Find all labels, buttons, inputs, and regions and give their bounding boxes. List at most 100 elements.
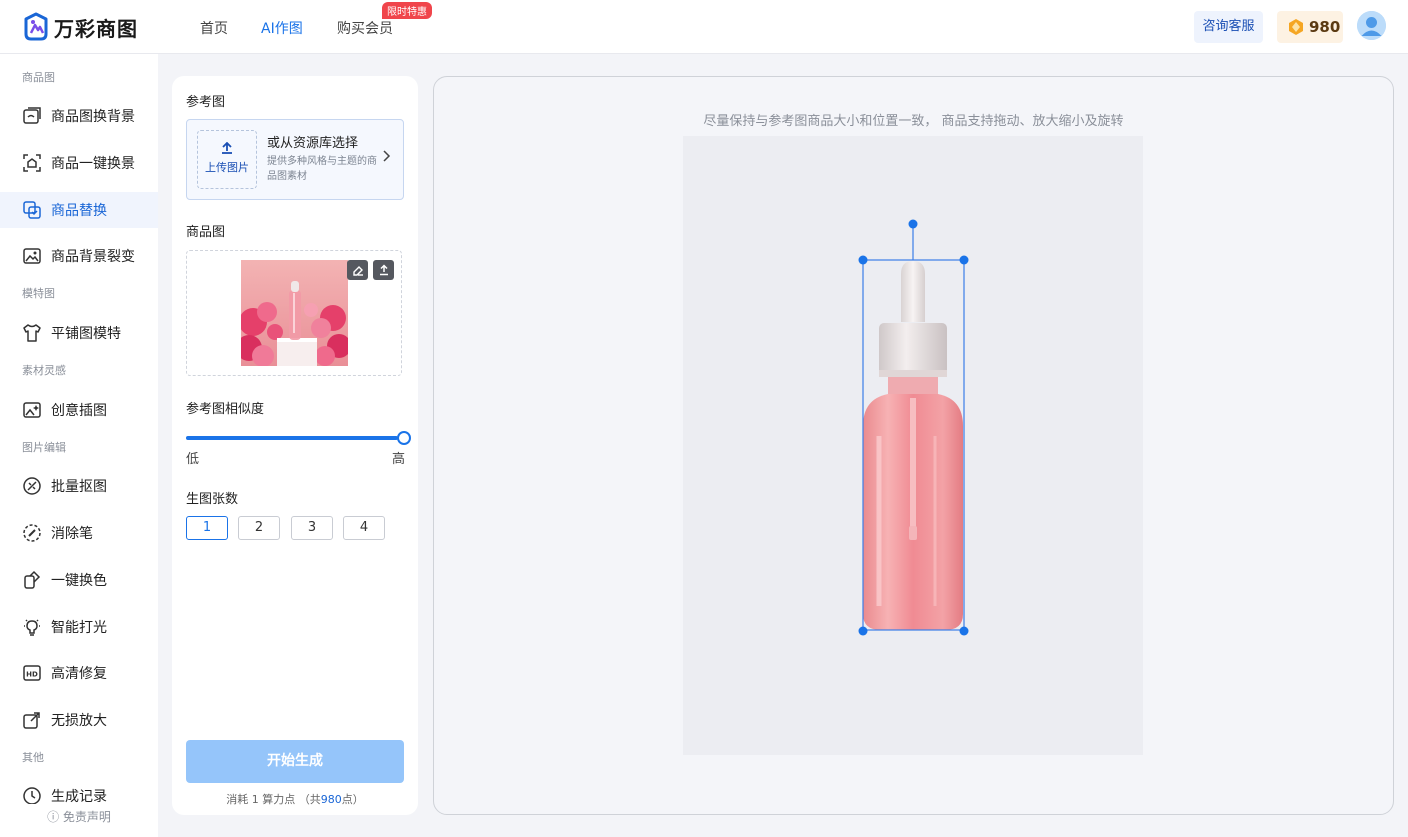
user-avatar[interactable] <box>1357 11 1386 40</box>
canvas-hint: 尽量保持与参考图商品大小和位置一致， 商品支持拖动、放大缩小及旋转 <box>703 114 1124 129</box>
cost-total: 980 <box>320 793 342 806</box>
logo-icon <box>24 12 48 41</box>
slider-handle[interactable] <box>397 431 411 445</box>
product-photo <box>241 260 348 366</box>
start-generate-button[interactable]: 开始生成 <box>186 740 404 783</box>
product-thumbnail[interactable] <box>241 260 348 366</box>
count-option-4[interactable]: 4 <box>343 516 385 540</box>
sidebar-item-eraser[interactable]: 消除笔 <box>0 515 158 551</box>
cost-prefix: 消耗 <box>226 793 249 806</box>
edit-product-button[interactable] <box>347 260 368 280</box>
cutout-icon <box>23 477 41 495</box>
settings-panel: 参考图 上传图片 或从资源库选择 提供多种风格与主题的商品图素材 商品图 参考图… <box>172 76 418 815</box>
sidebar-item-color-swap[interactable]: 一键换色 <box>0 562 158 598</box>
chevron-right-icon <box>383 150 391 162</box>
count-option-3[interactable]: 3 <box>291 516 333 540</box>
product-image-box <box>186 250 402 376</box>
resize-handle-bl <box>858 626 868 636</box>
resize-handle-tr <box>959 255 969 265</box>
count-option-1[interactable]: 1 <box>186 516 228 540</box>
sidebar-item-label: 创意插图 <box>51 403 107 419</box>
sidebar-item-bg-variation[interactable]: 商品背景裂变 <box>0 238 158 274</box>
sidebar-item-label: 无损放大 <box>51 713 107 729</box>
reupload-product-button[interactable] <box>373 260 394 280</box>
cost-info: 消耗 1 算力点 （共980点） <box>172 791 418 807</box>
sidebar-item-hd-repair[interactable]: HD 高清修复 <box>0 655 158 691</box>
creative-image-icon <box>23 402 41 418</box>
disclaimer-label: 免责声明 <box>62 810 111 824</box>
canvas-area: 尽量保持与参考图商品大小和位置一致， 商品支持拖动、放大缩小及旋转 <box>433 76 1394 815</box>
sidebar-item-label: 商品图换背景 <box>51 109 135 125</box>
sidebar: 商品图 商品图换背景 商品一键换景 商品替换 商品背景裂变 模特图 平铺图模特 … <box>0 54 158 837</box>
similarity-label: 参考图相似度 <box>186 402 265 417</box>
sidebar-section-other: 其他 <box>22 751 44 764</box>
sidebar-item-flat-model[interactable]: 平铺图模特 <box>0 315 158 351</box>
info-icon: ⓘ <box>47 810 60 824</box>
sidebar-item-creative-illustration[interactable]: 创意插图 <box>0 392 158 428</box>
image-count-label: 生图张数 <box>186 492 239 507</box>
brand-logo[interactable]: 万彩商图 <box>22 12 138 42</box>
sidebar-item-product-bg-change[interactable]: 商品图换背景 <box>0 98 158 134</box>
upscale-icon <box>23 712 40 729</box>
similarity-high-label: 高 <box>392 452 406 467</box>
upload-image-label: 上传图片 <box>205 161 249 174</box>
sidebar-item-label: 智能打光 <box>51 620 107 636</box>
library-description: 提供多种风格与主题的商品图素材 <box>267 156 377 182</box>
sidebar-item-label: 消除笔 <box>51 526 93 542</box>
cost-total-prefix: （共 <box>298 793 321 806</box>
sidebar-item-lossless-upscale[interactable]: 无损放大 <box>0 702 158 738</box>
sidebar-section-product: 商品图 <box>22 71 55 84</box>
cost-unit: 算力点 <box>262 793 296 806</box>
sidebar-item-product-replace[interactable]: 商品替换 <box>0 192 158 228</box>
rotate-handle <box>908 219 918 229</box>
svg-text:HD: HD <box>26 671 38 679</box>
sidebar-section-model: 模特图 <box>22 287 55 300</box>
nav-ai-draw[interactable]: AI作图 <box>261 18 303 38</box>
disclaimer-link[interactable]: ⓘ 免责声明 <box>0 804 158 837</box>
cost-total-suffix: 点） <box>341 793 364 806</box>
product-image-label: 商品图 <box>186 225 226 240</box>
sidebar-item-label: 一键换色 <box>51 573 107 589</box>
resize-handle-br <box>959 626 969 636</box>
consult-service-button[interactable]: 咨询客服 <box>1194 11 1263 43</box>
count-option-2[interactable]: 2 <box>238 516 280 540</box>
sidebar-item-batch-cutout[interactable]: 批量抠图 <box>0 468 158 504</box>
nav-buy-membership[interactable]: 购买会员 <box>337 18 393 38</box>
eraser-icon <box>352 266 363 276</box>
brand-name: 万彩商图 <box>54 16 138 41</box>
similarity-low-label: 低 <box>186 452 200 467</box>
similarity-slider[interactable] <box>186 431 411 447</box>
avatar-icon <box>1357 11 1386 40</box>
sidebar-item-label: 生成记录 <box>51 789 107 805</box>
product-bottle-image[interactable] <box>683 136 1143 755</box>
color-swap-icon <box>24 570 41 589</box>
slider-track <box>186 436 398 440</box>
product-replace-icon <box>23 201 41 219</box>
library-title: 或从资源库选择 <box>267 136 359 151</box>
sidebar-item-label: 批量抠图 <box>51 479 107 495</box>
credit-value: 980 <box>1309 18 1341 36</box>
hd-icon: HD <box>23 665 41 681</box>
eraser-pen-icon <box>23 524 41 542</box>
reference-upload-box: 上传图片 或从资源库选择 提供多种风格与主题的商品图素材 <box>186 119 404 200</box>
sidebar-item-scene-switch[interactable]: 商品一键换景 <box>0 145 158 181</box>
nav-home[interactable]: 首页 <box>200 18 228 38</box>
background-variation-icon <box>23 248 41 264</box>
sidebar-section-inspiration: 素材灵感 <box>22 364 66 377</box>
sidebar-item-label: 商品背景裂变 <box>51 249 135 265</box>
sidebar-item-label: 高清修复 <box>51 666 107 682</box>
upload-icon <box>222 141 232 154</box>
upload-image-button[interactable]: 上传图片 <box>197 130 257 189</box>
shirt-model-icon <box>23 324 41 342</box>
lightbulb-icon <box>24 619 40 636</box>
credit-balance[interactable]: 980 <box>1277 11 1343 43</box>
sidebar-item-smart-lighting[interactable]: 智能打光 <box>0 609 158 645</box>
cost-amount: 1 <box>251 793 259 806</box>
canvas-stage[interactable] <box>683 136 1143 755</box>
resize-handle-tl <box>858 255 868 265</box>
reference-image-label: 参考图 <box>186 95 226 110</box>
diamond-coin-icon <box>1289 19 1303 35</box>
scene-switch-icon <box>23 154 41 172</box>
history-icon <box>23 787 41 805</box>
sidebar-item-label: 商品一键换景 <box>51 156 135 172</box>
